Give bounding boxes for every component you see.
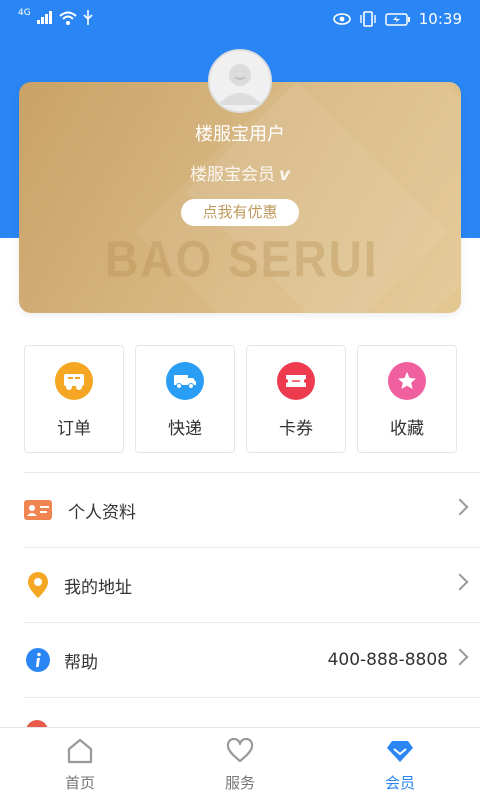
user-avatar-icon bbox=[210, 51, 270, 111]
diamond-icon bbox=[387, 741, 413, 762]
quick-action-label: 卡券 bbox=[279, 419, 313, 439]
avatar[interactable] bbox=[208, 49, 272, 113]
tab-member[interactable]: 会员 bbox=[320, 728, 480, 800]
menu-item-label: 我的地址 bbox=[64, 577, 132, 598]
help-phone-number[interactable]: 400-888-8808 bbox=[328, 650, 448, 670]
member-level-label: 楼服宝会员 bbox=[189, 165, 275, 185]
chevron-right-icon bbox=[451, 573, 469, 591]
username: 楼服宝用户 bbox=[195, 124, 285, 145]
quick-action-favorite[interactable]: 收藏 bbox=[357, 345, 457, 453]
battery-icon bbox=[385, 12, 410, 26]
wifi-icon bbox=[59, 11, 77, 25]
chevron-right-icon bbox=[451, 498, 469, 516]
menu-item-label: 个人资料 bbox=[68, 502, 136, 523]
usb-icon bbox=[83, 10, 93, 25]
tab-service[interactable]: 服务 bbox=[160, 728, 320, 800]
info-icon bbox=[24, 646, 52, 674]
status-left: 4G bbox=[18, 7, 93, 25]
discount-button[interactable]: 点我有优惠 bbox=[181, 199, 299, 226]
quick-action-coupon[interactable]: 卡券 bbox=[246, 345, 346, 453]
menu-item-profile[interactable]: 个人资料 bbox=[24, 472, 480, 547]
member-level: 楼服宝会员 v bbox=[0, 160, 480, 185]
vibrate-icon bbox=[360, 11, 376, 27]
chevron-right-icon bbox=[451, 648, 469, 666]
tab-label: 服务 bbox=[224, 774, 255, 792]
menu-item-partial[interactable] bbox=[24, 697, 480, 742]
settings-menu: 个人资料 我的地址 帮助 400-888-8808 bbox=[24, 472, 480, 697]
tab-label: 首页 bbox=[64, 774, 95, 792]
signal-icon bbox=[36, 11, 52, 24]
bottom-tab-bar: 首页 服务 会员 bbox=[0, 727, 480, 800]
status-bar: 4G 10:39 bbox=[0, 0, 480, 40]
network-type: 4G bbox=[18, 7, 31, 18]
menu-item-address[interactable]: 我的地址 bbox=[24, 547, 480, 622]
clock: 10:39 bbox=[418, 10, 462, 28]
tab-label: 会员 bbox=[384, 774, 415, 792]
card-watermark: BAO SERUI bbox=[105, 230, 379, 288]
eye-icon bbox=[332, 13, 351, 25]
menu-item-label: 帮助 bbox=[64, 652, 98, 673]
star-icon bbox=[388, 362, 426, 400]
member-card[interactable]: BAO SERUI bbox=[19, 82, 461, 313]
menu-item-help[interactable]: 帮助 400-888-8808 bbox=[24, 622, 480, 697]
order-icon bbox=[55, 362, 93, 400]
quick-action-label: 订单 bbox=[57, 419, 91, 439]
quick-action-delivery[interactable]: 快递 bbox=[135, 345, 235, 453]
vip-badge-icon: v bbox=[278, 165, 291, 185]
coupon-icon bbox=[277, 362, 315, 400]
location-pin-icon bbox=[24, 571, 52, 599]
quick-action-label: 收藏 bbox=[390, 419, 424, 439]
heart-icon bbox=[226, 738, 254, 763]
status-right: 10:39 bbox=[332, 10, 462, 28]
quick-actions: 订单 快递 卡券 收藏 bbox=[24, 345, 457, 453]
delivery-truck-icon bbox=[166, 362, 204, 400]
id-card-icon bbox=[24, 496, 52, 524]
tab-home[interactable]: 首页 bbox=[0, 728, 160, 800]
quick-action-order[interactable]: 订单 bbox=[24, 345, 124, 453]
quick-action-label: 快递 bbox=[168, 419, 202, 439]
home-icon bbox=[67, 738, 93, 764]
